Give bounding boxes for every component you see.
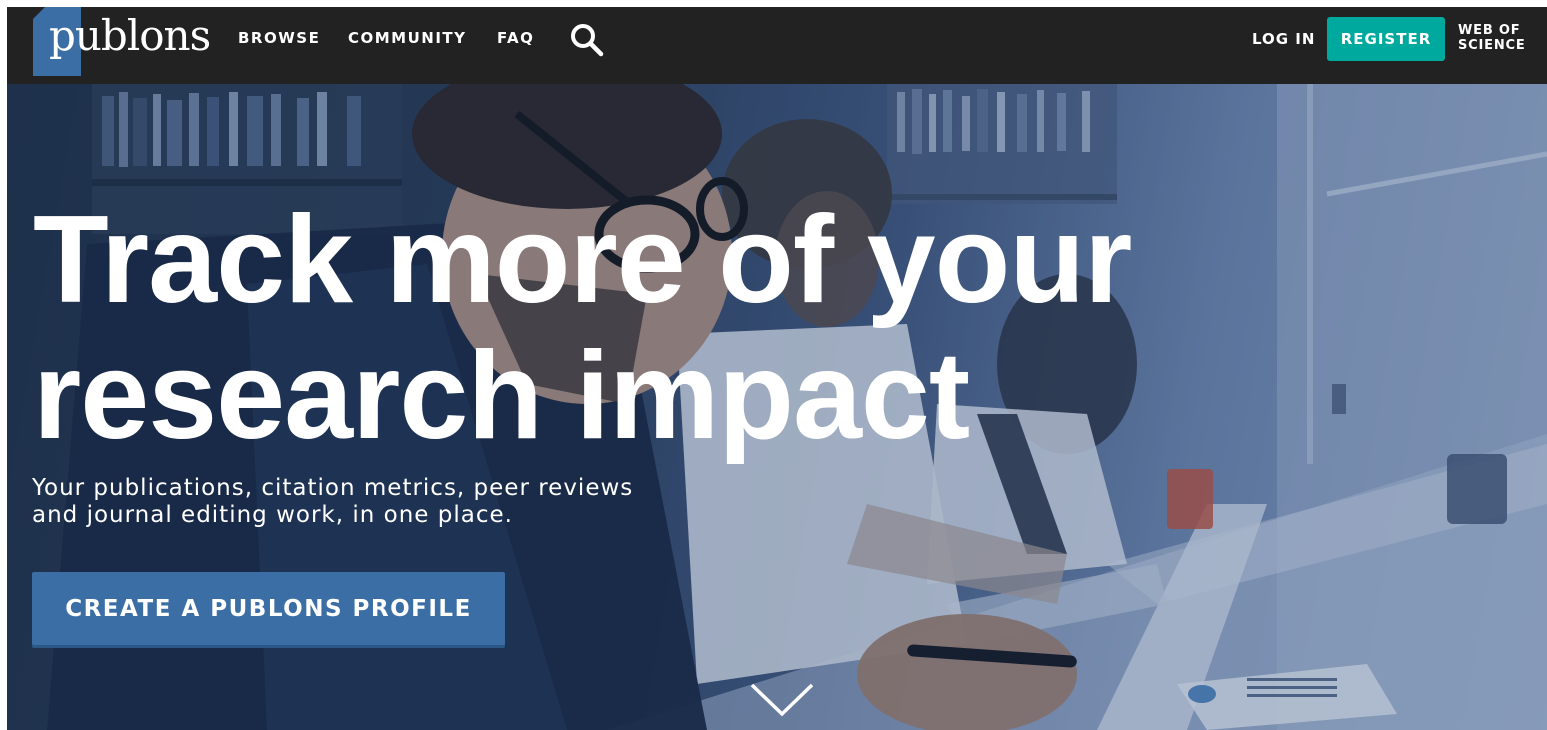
logo-corner — [33, 7, 45, 19]
hero-title-line-1: Track more of your — [33, 191, 1132, 329]
hero-title-line-2: research impact — [33, 327, 970, 465]
wos-line-1: WEB OF — [1458, 23, 1521, 38]
create-profile-button[interactable]: CREATE A PUBLONS PROFILE — [32, 572, 505, 645]
hero-subtitle: Your publications, citation metrics, pee… — [32, 475, 633, 529]
hero-subtitle-line-2: and journal editing work, in one place. — [32, 502, 513, 528]
chevron-down-icon[interactable] — [749, 682, 815, 718]
register-button[interactable]: REGISTER — [1327, 17, 1445, 61]
web-of-science-link[interactable]: WEB OF SCIENCE — [1458, 23, 1526, 53]
hero-subtitle-line-1: Your publications, citation metrics, pee… — [32, 475, 634, 501]
page: publons BROWSE COMMUNITY FAQ LOG IN REGI… — [7, 7, 1547, 730]
logo-text: publons — [49, 11, 211, 60]
nav-browse-link[interactable]: BROWSE — [238, 29, 320, 47]
hero-title: Track more of your research impact — [33, 191, 1132, 465]
publons-logo[interactable]: publons — [33, 7, 213, 77]
top-navbar: publons BROWSE COMMUNITY FAQ LOG IN REGI… — [7, 7, 1547, 84]
search-icon[interactable] — [569, 22, 605, 58]
wos-line-2: SCIENCE — [1458, 38, 1526, 53]
hero-section: Track more of your research impact Your … — [7, 84, 1547, 730]
nav-faq-link[interactable]: FAQ — [497, 29, 534, 47]
login-link[interactable]: LOG IN — [1252, 30, 1315, 48]
nav-community-link[interactable]: COMMUNITY — [348, 29, 467, 47]
